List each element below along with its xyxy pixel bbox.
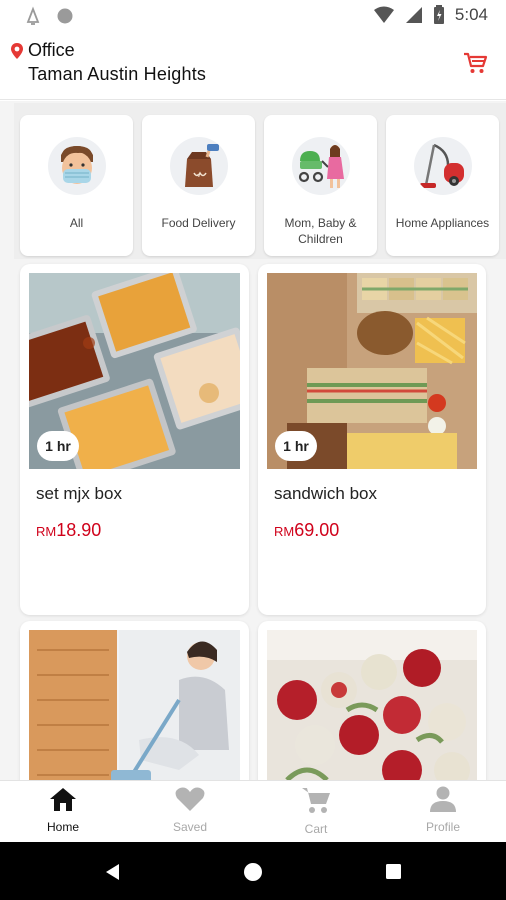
person-icon xyxy=(430,786,456,812)
battery-icon xyxy=(433,5,444,24)
category-label: Home Appliances xyxy=(395,216,490,230)
wifi-icon xyxy=(373,6,394,23)
bottom-navigation: Home Saved Cart Profile xyxy=(0,780,506,842)
content-area[interactable]: All ᵥ Food Delivery Mom, Baby & Children… xyxy=(0,101,506,780)
nav-profile[interactable]: Profile xyxy=(398,785,488,834)
nav-cart[interactable]: Cart xyxy=(271,785,361,836)
product-card[interactable]: 1 hr set mjx box RM18.90 xyxy=(20,264,249,615)
recents-icon[interactable] xyxy=(385,863,402,880)
status-bar: 5:04 xyxy=(0,0,506,32)
price-value: 69.00 xyxy=(294,520,340,540)
mom-stroller-icon xyxy=(292,137,350,195)
location-address[interactable]: Taman Austin Heights xyxy=(28,64,206,85)
nav-label-profile: Profile xyxy=(425,820,460,834)
delivery-time-badge: 1 hr xyxy=(37,431,79,461)
product-image[interactable]: 1 hr xyxy=(29,273,240,469)
product-card[interactable] xyxy=(20,621,249,780)
location-label: Office xyxy=(28,40,75,60)
nav-label-saved: Saved xyxy=(172,820,208,834)
product-card[interactable] xyxy=(258,621,486,780)
category-card-food-delivery[interactable]: ᵥ Food Delivery xyxy=(142,115,255,256)
price-currency: RM xyxy=(274,524,295,539)
product-image[interactable] xyxy=(29,630,240,780)
price-value: 18.90 xyxy=(56,520,102,540)
food-bag-icon: ᵥ xyxy=(170,137,228,195)
nav-label-home: Home xyxy=(46,820,79,834)
category-label: Mom, Baby & Children xyxy=(284,216,357,246)
signal-icon xyxy=(405,7,422,23)
delivery-time-badge: 1 hr xyxy=(275,431,317,461)
notification-icon xyxy=(26,6,40,25)
category-card-mom-baby-children[interactable]: Mom, Baby & Children xyxy=(264,115,377,256)
home-circle-icon[interactable] xyxy=(243,862,263,882)
category-label: All xyxy=(69,216,84,230)
product-name: set mjx box xyxy=(36,484,122,503)
masked-person-icon xyxy=(48,137,106,195)
product-image[interactable] xyxy=(267,630,477,780)
product-price: RM69.00 xyxy=(274,520,339,541)
cart-icon xyxy=(302,788,330,813)
location-pin-icon xyxy=(11,42,23,59)
category-card-home-appliances[interactable]: Home Appliances xyxy=(386,115,499,256)
vacuum-cleaner-icon xyxy=(414,137,472,195)
header: Office Taman Austin Heights xyxy=(0,32,506,100)
category-carousel[interactable]: All ᵥ Food Delivery Mom, Baby & Children… xyxy=(14,103,506,259)
back-icon[interactable] xyxy=(103,862,121,882)
product-price: RM18.90 xyxy=(36,520,101,541)
cart-icon[interactable] xyxy=(462,50,488,76)
status-time: 5:04 xyxy=(454,5,488,24)
product-card[interactable]: 1 hr sandwich box RM69.00 xyxy=(258,264,486,615)
nav-home[interactable]: Home xyxy=(18,785,108,834)
price-currency: RM xyxy=(36,524,57,539)
category-card-all[interactable]: All xyxy=(20,115,133,256)
home-icon xyxy=(50,788,76,811)
system-navigation-bar xyxy=(0,842,506,900)
location-selector[interactable]: Office xyxy=(10,40,75,61)
nav-saved[interactable]: Saved xyxy=(145,785,235,834)
product-name: sandwich box xyxy=(274,484,378,503)
heart-icon xyxy=(175,787,205,811)
product-image[interactable]: 1 hr xyxy=(267,273,477,469)
nav-label-cart: Cart xyxy=(304,822,328,836)
category-label: Food Delivery xyxy=(161,216,236,230)
circle-status-icon xyxy=(57,8,73,24)
